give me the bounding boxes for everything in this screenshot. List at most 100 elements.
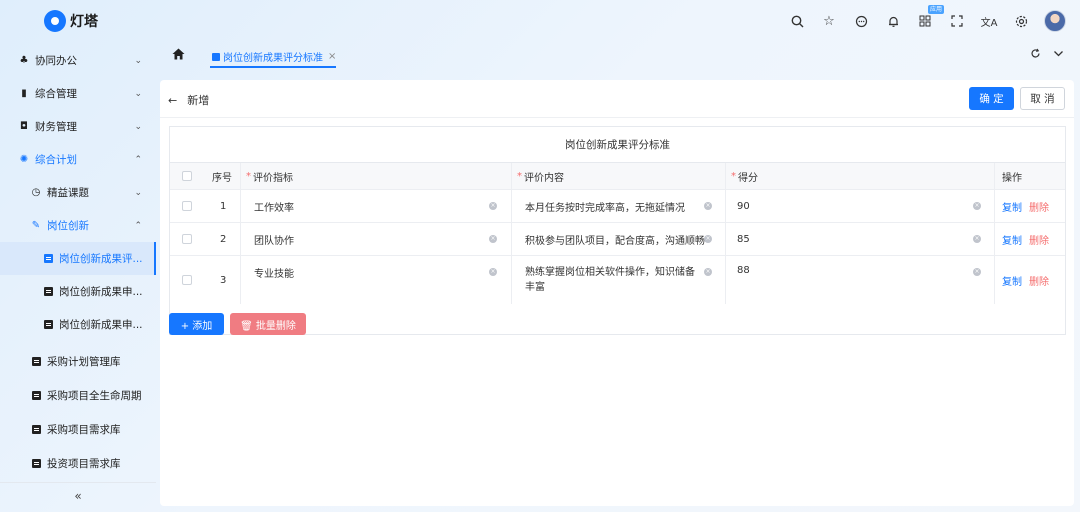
sidebar-item-general[interactable]: ▮ 综合管理 ⌄ (0, 77, 156, 110)
row-index: 2 (220, 233, 227, 245)
wallet-icon: ◘ (20, 121, 28, 132)
refresh-icon[interactable] (1030, 48, 1041, 62)
copy-link[interactable]: 复制 (1002, 273, 1022, 288)
clock-icon: ◷ (31, 187, 41, 198)
row-index: 3 (220, 274, 227, 286)
sidebar-item-label: 协同办公 (35, 55, 77, 67)
clear-icon[interactable]: × (704, 235, 712, 243)
sidebar-item-procure-lifecycle[interactable]: 采购项目全生命周期 (0, 379, 156, 412)
batch-delete-button[interactable]: 🗑 批量删除 (230, 313, 306, 335)
page-title: 新增 (187, 94, 210, 107)
sidebar-item-apply-2[interactable]: 岗位创新成果申... (0, 308, 156, 341)
back-button[interactable]: ← 新增 (168, 92, 209, 108)
translate-icon[interactable]: 文A (980, 12, 998, 30)
doc-icon (42, 286, 54, 298)
row-checkbox[interactable] (182, 275, 192, 285)
content-input[interactable]: 熟练掌握岗位相关软件操作，知识储备丰富 (525, 256, 703, 304)
chevron-down-icon: ⌄ (134, 121, 142, 132)
home-icon[interactable] (172, 48, 185, 64)
criterion-input[interactable]: 团队协作 (254, 223, 294, 255)
content-input[interactable]: 本月任务按时完成率高，无拖延情况 (525, 190, 685, 222)
content-input[interactable]: 积极参与团队项目，配合度高，沟通顺畅 (525, 223, 705, 255)
table-row: 3 专业技能 × 熟练掌握岗位相关软件操作，知识储备丰富 × 88 × 复制 删… (170, 256, 1065, 304)
required-mark: * (731, 170, 736, 182)
sidebar-item-finance[interactable]: ◘ 财务管理 ⌄ (0, 110, 156, 143)
score-input[interactable]: 85 (737, 223, 750, 255)
doc-icon (42, 253, 54, 265)
criterion-input[interactable]: 专业技能 (254, 256, 294, 304)
clear-icon[interactable]: × (489, 202, 497, 210)
chevron-down-icon: ⌄ (134, 88, 142, 99)
top-toolbar: ☆ 应用 文A (788, 5, 1066, 32)
sidebar-item-procure-plan[interactable]: 采购计划管理库 (0, 345, 156, 378)
tab-active-indicator (210, 66, 336, 68)
sidebar-item-collab[interactable]: ♣ 协同办公 ⌄ (0, 44, 156, 77)
tab-tools (1030, 48, 1064, 62)
chevron-up-icon: ⌃ (134, 154, 142, 165)
criterion-input[interactable]: 工作效率 (254, 190, 294, 222)
doc-icon (30, 356, 42, 368)
sidebar-item-plan[interactable]: ✺ 综合计划 ⌃ (0, 143, 156, 176)
confirm-button[interactable]: 确 定 (969, 87, 1014, 110)
row-checkbox[interactable] (182, 234, 192, 244)
clear-icon[interactable]: × (489, 268, 497, 276)
sidebar-collapse-button[interactable]: « (0, 482, 156, 508)
clear-icon[interactable]: × (704, 268, 712, 276)
doc-icon (212, 52, 220, 61)
copy-link[interactable]: 复制 (1002, 199, 1022, 214)
settings-icon[interactable] (1012, 12, 1030, 30)
sidebar-item-apply-1[interactable]: 岗位创新成果申... (0, 275, 156, 308)
tab-bar: 岗位创新成果评分标准 × (160, 44, 1080, 68)
sidebar-item-label: 岗位创新成果申... (59, 286, 143, 298)
doc-icon (30, 458, 42, 470)
sidebar-item-label: 采购项目全生命周期 (47, 390, 142, 402)
bell-icon[interactable] (884, 12, 902, 30)
chevron-down-icon[interactable] (1053, 48, 1064, 62)
search-icon[interactable] (788, 12, 806, 30)
sidebar-item-label: 财务管理 (35, 121, 77, 133)
table-header: 序号 * 评价指标 * 评价内容 * 得分 操作 (170, 163, 1065, 190)
clear-icon[interactable]: × (704, 202, 712, 210)
sidebar-item-score-standard[interactable]: 岗位创新成果评... (0, 242, 156, 275)
sidebar-item-label: 综合计划 (35, 154, 77, 166)
sidebar-item-procure-demand[interactable]: 采购项目需求库 (0, 413, 156, 446)
lighthouse-logo-icon (44, 10, 66, 32)
sidebar-item-invest-demand[interactable]: 投资项目需求库 (0, 447, 156, 480)
delete-link[interactable]: 删除 (1029, 273, 1049, 288)
tab-label: 岗位创新成果评分标准 (223, 53, 323, 64)
table-row: 2 团队协作 × 积极参与团队项目，配合度高，沟通顺畅 × 85 × 复制 删除 (170, 223, 1065, 256)
avatar[interactable] (1044, 10, 1066, 32)
edit-icon: ✎ (31, 220, 41, 231)
sidebar-item-label: 采购项目需求库 (47, 424, 121, 436)
fullscreen-icon[interactable] (948, 12, 966, 30)
row-checkbox[interactable] (182, 201, 192, 211)
add-row-button[interactable]: + 添加 (169, 313, 224, 335)
score-input[interactable]: 90 (737, 190, 750, 222)
sidebar-item-label: 岗位创新 (47, 220, 89, 232)
clear-icon[interactable]: × (973, 235, 981, 243)
clear-icon[interactable]: × (489, 235, 497, 243)
cancel-button[interactable]: 取 消 (1020, 87, 1065, 110)
sidebar-item-label: 精益课题 (47, 187, 89, 199)
tab-close-icon[interactable]: × (328, 51, 336, 62)
tab-score-standard[interactable]: 岗位创新成果评分标准 × (212, 49, 336, 64)
delete-link[interactable]: 删除 (1029, 199, 1049, 214)
table-row: 1 工作效率 × 本月任务按时完成率高，无拖延情况 × 90 × 复制 删除 (170, 190, 1065, 223)
delete-link[interactable]: 删除 (1029, 232, 1049, 247)
star-icon[interactable]: ☆ (820, 12, 838, 30)
copy-link[interactable]: 复制 (1002, 232, 1022, 247)
score-input[interactable]: 88 (737, 256, 750, 304)
apps-icon[interactable]: 应用 (916, 5, 944, 30)
header-ops: 操作 (1002, 172, 1022, 184)
select-all-checkbox[interactable] (182, 171, 192, 181)
header-criterion: 评价指标 (253, 172, 293, 184)
sidebar-item-innovation[interactable]: ✎ 岗位创新 ⌃ (0, 209, 156, 242)
doc-icon (42, 319, 54, 331)
clear-icon[interactable]: × (973, 202, 981, 210)
app-logo[interactable]: 灯塔 (44, 10, 98, 32)
sidebar-item-label: 投资项目需求库 (47, 458, 121, 470)
top-bar: 灯塔 ☆ 应用 文A (0, 0, 1080, 44)
clear-icon[interactable]: × (973, 268, 981, 276)
sidebar-item-lean[interactable]: ◷ 精益课题 ⌄ (0, 176, 156, 209)
message-icon[interactable] (852, 12, 870, 30)
